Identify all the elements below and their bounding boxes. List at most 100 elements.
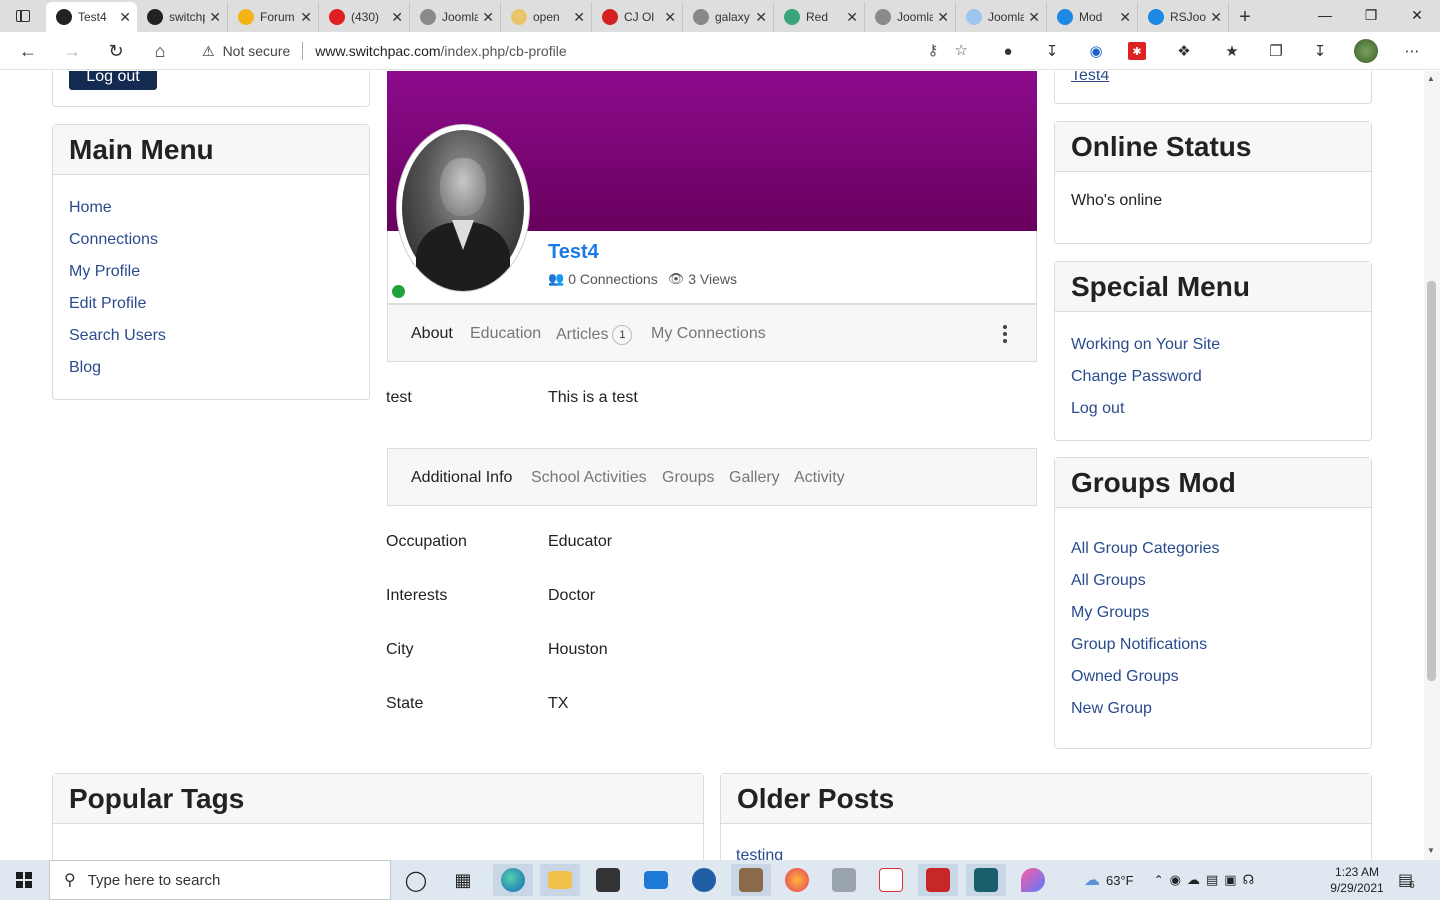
collections-icon[interactable]: ❐ xyxy=(1264,40,1288,62)
groups-mod-item[interactable]: Owned Groups xyxy=(1071,668,1179,686)
secondary-tab[interactable]: School Activities xyxy=(531,469,647,487)
task-view-icon[interactable]: ▦ xyxy=(443,864,483,896)
add-favorite-star-icon[interactable]: ☆ xyxy=(955,41,968,59)
close-tab-icon[interactable]: ✕ xyxy=(1210,9,1222,26)
main-menu-item[interactable]: Search Users xyxy=(69,327,166,345)
blue-app-icon[interactable] xyxy=(684,864,724,896)
temperature[interactable]: 63°F xyxy=(1106,873,1134,888)
browser-tab[interactable]: Red ✕ xyxy=(774,2,865,32)
monitor-app-icon[interactable] xyxy=(824,864,864,896)
main-menu-item[interactable]: Blog xyxy=(69,359,101,377)
close-tab-icon[interactable]: ✕ xyxy=(937,9,949,26)
scrollbar-thumb[interactable] xyxy=(1427,281,1436,681)
taskbar-search-box[interactable]: ⚲ Type here to search xyxy=(49,860,391,900)
main-menu-item[interactable]: My Profile xyxy=(69,263,140,281)
browser-tab[interactable]: Forum ✕ xyxy=(228,2,319,32)
groups-mod-item[interactable]: All Groups xyxy=(1071,572,1146,590)
file-explorer-icon[interactable] xyxy=(540,864,580,896)
store-icon[interactable] xyxy=(588,864,628,896)
download-extension-icon[interactable]: ↧ xyxy=(1040,40,1064,62)
minimize-button[interactable]: — xyxy=(1302,0,1348,30)
profile-avatar-image[interactable] xyxy=(396,124,530,292)
home-button[interactable]: ⌂ xyxy=(146,38,174,64)
browser-tab[interactable]: CJ Ol ✕ xyxy=(592,2,683,32)
logout-button[interactable]: Log out xyxy=(69,71,157,90)
browser-tab[interactable]: switchpac ✕ xyxy=(137,2,228,32)
profile-avatar[interactable] xyxy=(1354,39,1378,63)
older-post-link[interactable]: testing xyxy=(736,847,783,860)
close-tab-icon[interactable]: ✕ xyxy=(119,9,131,26)
close-tab-icon[interactable]: ✕ xyxy=(1119,9,1131,26)
tray-icons[interactable]: ◉☁▤▣☊ xyxy=(1170,872,1260,888)
main-menu-item[interactable]: Connections xyxy=(69,231,158,249)
groups-mod-item[interactable]: All Group Categories xyxy=(1071,540,1220,558)
extension-puzzle-people-icon[interactable]: ● xyxy=(996,40,1020,62)
close-tab-icon[interactable]: ✕ xyxy=(664,9,676,26)
mail-icon[interactable] xyxy=(636,864,676,896)
secondary-tab[interactable]: Additional Info xyxy=(411,469,512,487)
back-button[interactable]: ← xyxy=(14,38,42,64)
start-button[interactable] xyxy=(0,860,48,900)
paint-app-icon[interactable] xyxy=(1013,864,1053,896)
close-tab-icon[interactable]: ✕ xyxy=(755,9,767,26)
special-menu-item[interactable]: Change Password xyxy=(1071,368,1202,386)
notification-center-button[interactable]: ▤ 6 xyxy=(1398,860,1415,900)
profile-tab[interactable]: My Connections xyxy=(651,325,766,343)
connections-count[interactable]: 0 Connections xyxy=(568,271,658,287)
extension-circle-icon[interactable]: ◉ xyxy=(1084,40,1108,62)
close-tab-icon[interactable]: ✕ xyxy=(846,9,858,26)
secondary-tab[interactable]: Gallery xyxy=(729,469,780,487)
special-menu-item[interactable]: Working on Your Site xyxy=(1071,336,1220,354)
extensions-icon[interactable]: ❖ xyxy=(1172,40,1196,62)
close-window-button[interactable]: ✕ xyxy=(1394,0,1440,30)
edge-taskbar-icon[interactable] xyxy=(493,864,533,896)
close-tab-icon[interactable]: ✕ xyxy=(391,9,403,26)
favorites-icon[interactable]: ★ xyxy=(1220,40,1244,62)
browser-tab[interactable]: galaxy ✕ xyxy=(683,2,774,32)
downloads-icon[interactable]: ↧ xyxy=(1308,40,1332,62)
scroll-up-arrow-icon[interactable]: ▲ xyxy=(1427,74,1435,83)
page-scrollbar[interactable]: ▲ ▼ xyxy=(1424,71,1440,860)
cortana-icon[interactable]: ◯ xyxy=(396,864,436,896)
settings-more-icon[interactable]: ⋯ xyxy=(1400,40,1424,62)
browser-tab[interactable]: Joomla ✕ xyxy=(410,2,501,32)
special-menu-item[interactable]: Log out xyxy=(1071,400,1124,418)
weather-icon[interactable]: ☁ xyxy=(1084,870,1100,890)
restore-button[interactable]: ❐ xyxy=(1348,0,1394,30)
browser-tab[interactable]: (430) ✕ xyxy=(319,2,410,32)
more-options-icon[interactable] xyxy=(1000,325,1010,343)
profile-tab[interactable]: Articles 1 xyxy=(556,325,633,345)
profile-username[interactable]: Test4 xyxy=(548,241,599,264)
address-input[interactable]: ⚠ Not secure www.switchpac.com/index.php… xyxy=(188,36,978,66)
close-tab-icon[interactable]: ✕ xyxy=(1028,9,1040,26)
close-tab-icon[interactable]: ✕ xyxy=(482,9,494,26)
close-tab-icon[interactable]: ✕ xyxy=(300,9,312,26)
top-user-link[interactable]: Test4 xyxy=(1071,71,1109,85)
new-tab-button[interactable]: + xyxy=(1229,2,1261,32)
profile-tab[interactable]: Education xyxy=(470,325,541,343)
browser-tab[interactable]: RSJoomla✕ xyxy=(1138,2,1229,32)
browser-tab[interactable]: Joomla ✕ xyxy=(865,2,956,32)
profile-tab[interactable]: About xyxy=(411,325,453,343)
key-icon[interactable]: ⚷ xyxy=(928,41,939,59)
scroll-down-arrow-icon[interactable]: ▼ xyxy=(1427,846,1435,855)
clock[interactable]: 1:23 AM 9/29/2021 xyxy=(1322,864,1392,896)
firefox-icon[interactable] xyxy=(777,864,817,896)
main-menu-item[interactable]: Home xyxy=(69,199,112,217)
close-tab-icon[interactable]: ✕ xyxy=(573,9,585,26)
groups-mod-item[interactable]: My Groups xyxy=(1071,604,1149,622)
tab-actions-button[interactable] xyxy=(0,0,46,32)
secondary-tab[interactable]: Activity xyxy=(794,469,845,487)
teal-app-icon[interactable] xyxy=(966,864,1006,896)
browser-tab[interactable]: Test4 ✕ xyxy=(46,2,137,32)
pdf-icon[interactable] xyxy=(871,864,911,896)
secondary-tab[interactable]: Groups xyxy=(662,469,714,487)
tray-chevron-icon[interactable]: ⌃ xyxy=(1154,873,1164,887)
refresh-button[interactable]: ↻ xyxy=(102,38,130,64)
forward-button[interactable]: → xyxy=(58,38,86,64)
browser-tab[interactable]: open ✕ xyxy=(501,2,592,32)
red-app-icon[interactable] xyxy=(918,864,958,896)
close-tab-icon[interactable]: ✕ xyxy=(209,9,221,26)
main-menu-item[interactable]: Edit Profile xyxy=(69,295,146,313)
groups-mod-item[interactable]: New Group xyxy=(1071,700,1152,718)
